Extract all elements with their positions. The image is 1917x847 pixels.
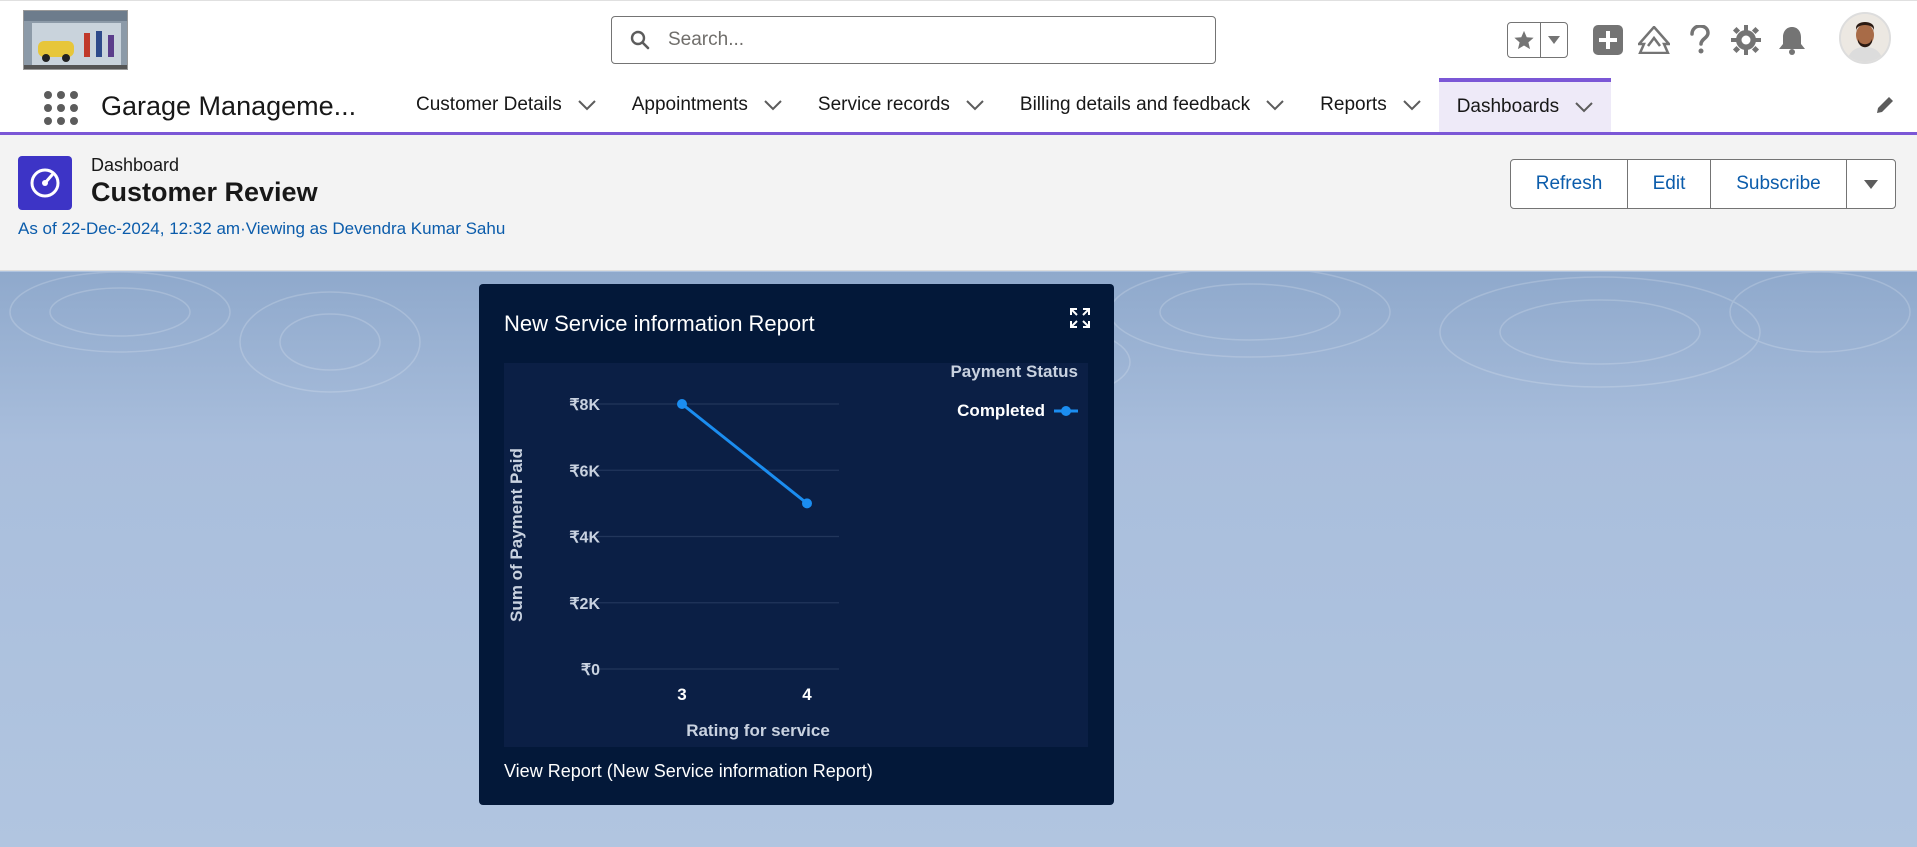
widget-title: New Service information Report [504,311,815,336]
tab-service-records[interactable]: Service records [800,78,1002,132]
global-header: Search... [0,0,1917,78]
star-icon[interactable] [1508,23,1541,57]
line-chart: ₹0 ₹2K ₹4K ₹6K ₹8K 3 4 Sum of Payment Paid Ra… [507,362,1078,740]
tab-label: Customer Details [416,94,562,115]
y-tick-label: ₹8K [569,397,600,414]
view-report-link[interactable]: View Report (New Service information Rep… [504,761,873,782]
garage-logo[interactable] [23,10,128,70]
bell-icon[interactable] [1772,20,1812,60]
data-point[interactable] [802,498,812,509]
dashboard-icon [18,156,72,210]
chevron-down-icon[interactable] [1575,101,1593,113]
dashboard-header: Dashboard Customer Review As of 22-Dec-2… [0,135,1917,271]
expand-icon[interactable] [1070,308,1090,333]
dashboard-widget: New Service information Report ₹0 ₹2K ₹4K ₹… [479,284,1114,805]
data-point[interactable] [677,399,687,409]
x-tick-label: 4 [802,685,812,704]
series-line [681,402,808,505]
gear-icon[interactable] [1726,20,1766,60]
y-tick-label: ₹0 [581,662,600,679]
nav-tabs: Customer Details Appointments Service re… [398,78,1612,132]
x-axis-label: Rating for service [686,721,830,740]
add-icon[interactable] [1588,20,1628,60]
y-tick-label: ₹6K [569,463,600,480]
edit-nav-pencil-icon[interactable] [1875,95,1895,120]
app-navigation: Garage Manageme... Customer Details Appo… [0,78,1917,135]
chart-area: ₹0 ₹2K ₹4K ₹6K ₹8K 3 4 Sum of Payment Paid Ra… [504,362,1088,747]
chevron-down-icon[interactable] [764,99,782,111]
edit-button[interactable]: Edit [1628,160,1711,208]
tab-billing-details[interactable]: Billing details and feedback [1002,78,1302,132]
chevron-down-icon[interactable] [1266,99,1284,111]
chevron-down-icon[interactable] [966,99,984,111]
tab-label: Appointments [631,94,748,115]
y-tick-label: ₹4K [569,530,600,547]
chevron-down-icon[interactable] [578,99,596,111]
legend-title: Payment Status [950,363,1078,381]
x-tick-label: 3 [677,685,686,704]
y-axis-label: Sum of Payment Paid [507,448,526,622]
legend-line-marker [1054,406,1078,416]
tab-customer-details[interactable]: Customer Details [398,78,614,132]
trailhead-icon[interactable] [1634,20,1674,60]
more-actions-button[interactable] [1847,160,1895,208]
tab-appointments[interactable]: Appointments [614,78,800,132]
y-tick-label: ₹2K [569,596,600,613]
search-icon [612,30,668,50]
tab-label: Billing details and feedback [1019,94,1251,115]
app-launcher-icon[interactable] [42,88,78,125]
page-title: Customer Review [91,177,318,207]
tab-dashboards[interactable]: Dashboards [1438,78,1612,132]
dashboard-type-label: Dashboard [91,155,180,175]
search-placeholder: Search... [668,29,745,50]
tab-label: Service records [817,94,950,115]
header-utility-icons [1507,15,1812,65]
dashboard-actions: Refresh Edit Subscribe [1510,159,1896,209]
chevron-down-icon[interactable] [1541,23,1567,57]
help-icon[interactable] [1680,20,1720,60]
subscribe-button[interactable]: Subscribe [1711,160,1847,208]
dashboard-meta: As of 22-Dec-2024, 12:32 am·Viewing as D… [18,219,506,238]
app-name: Garage Manageme... [101,91,357,121]
chevron-down-icon[interactable] [1402,99,1421,111]
tab-label: Reports [1320,94,1387,115]
tab-label: Dashboards [1456,96,1560,117]
chevron-down-icon [1864,173,1878,195]
favorites-button[interactable] [1507,22,1568,58]
tab-reports[interactable]: Reports [1302,78,1439,132]
global-search[interactable]: Search... [611,16,1216,64]
user-avatar[interactable] [1839,12,1891,64]
refresh-button[interactable]: Refresh [1511,160,1628,208]
legend-item-label: Completed [957,401,1045,420]
